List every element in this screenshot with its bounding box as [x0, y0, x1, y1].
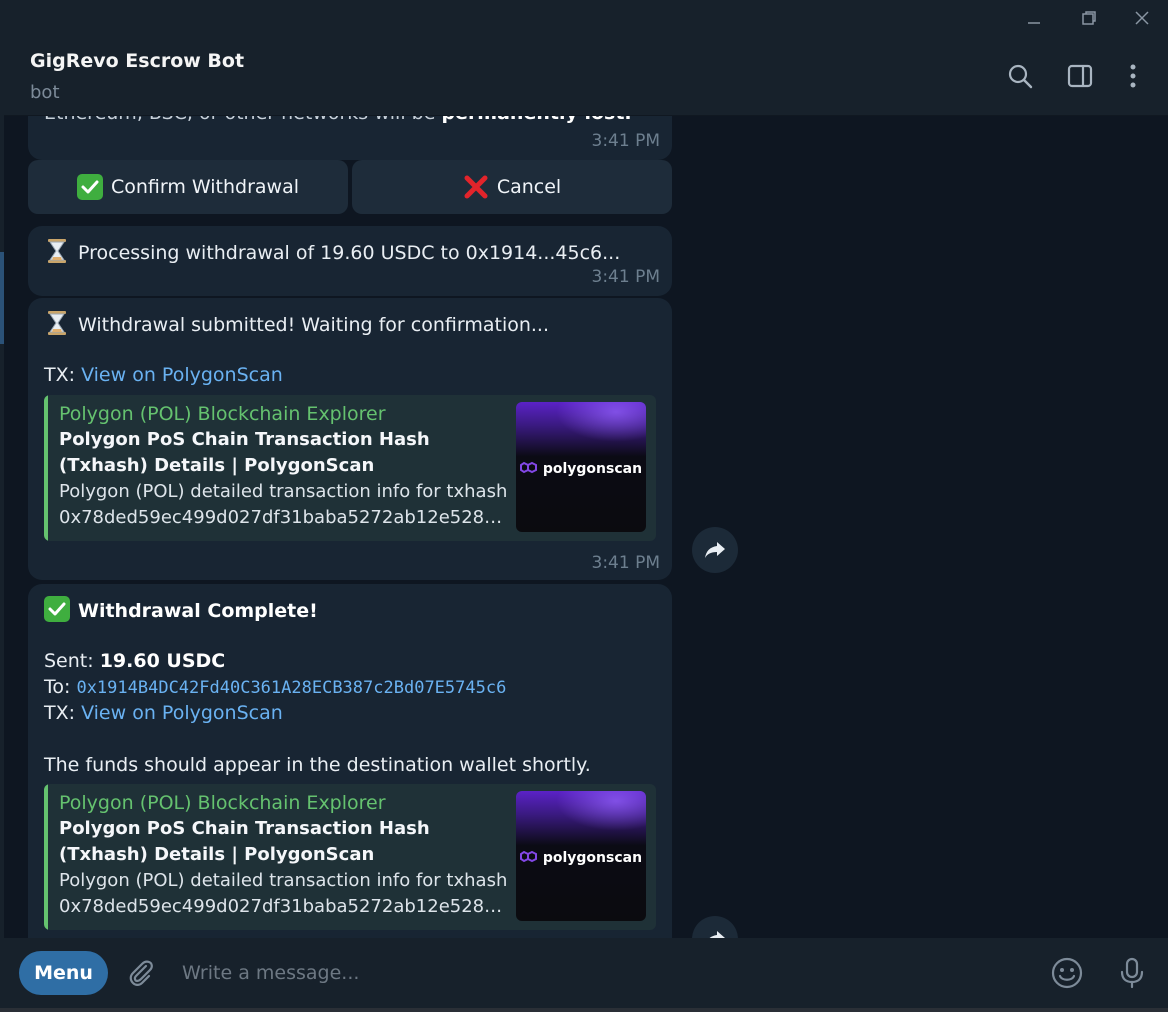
preview-site-name: Polygon (POL) Blockchain Explorer: [59, 403, 386, 425]
window-bottom-border: [0, 1008, 1168, 1012]
check-mark-icon: [44, 596, 70, 622]
to-line: To: 0x1914B4DC42Fd40C361A28ECB387c2Bd07E…: [44, 674, 506, 701]
submitted-text: Withdrawal submitted! Waiting for confir…: [78, 314, 550, 336]
polygonscan-logo: polygonscan: [516, 845, 646, 871]
to-address[interactable]: 0x1914B4DC42Fd40C361A28ECB387c2Bd07E5745…: [76, 678, 506, 698]
chat-title: GigRevo Escrow Bot: [30, 50, 245, 72]
warning-bold-text: permanently lost.: [441, 116, 631, 124]
sent-label: Sent:: [44, 650, 94, 672]
preview-desc-line: Polygon (POL) detailed transaction info …: [59, 870, 508, 891]
polygonscan-logo: polygonscan: [516, 456, 646, 482]
preview-desc-line: Polygon (POL) detailed transaction info …: [59, 481, 508, 502]
more-options-icon[interactable]: [1117, 60, 1149, 92]
message-processing[interactable]: Processing withdrawal of 19.60 USDC to 0…: [28, 226, 672, 296]
cross-mark-icon: [463, 174, 489, 200]
check-mark-icon: [76, 174, 103, 200]
forward-icon[interactable]: [692, 527, 738, 573]
cancel-label: Cancel: [496, 176, 562, 198]
hourglass-icon: [44, 238, 70, 264]
tx-label: TX:: [44, 364, 76, 386]
message-complete[interactable]: Withdrawal Complete! Sent: 19.60 USDC To…: [28, 584, 672, 938]
message-submitted[interactable]: Withdrawal submitted! Waiting for confir…: [28, 298, 672, 580]
thumb-brand-text: polygonscan: [542, 461, 643, 477]
menu-button[interactable]: Menu: [19, 951, 108, 995]
preview-site-name: Polygon (POL) Blockchain Explorer: [59, 792, 386, 814]
complete-title: Withdrawal Complete!: [78, 600, 318, 622]
restore-icon[interactable]: [1076, 6, 1102, 30]
preview-desc-line: 0x78ded59ec499d027df31baba5272ab12e528c.…: [59, 507, 509, 528]
sent-value: 19.60 USDC: [99, 650, 226, 672]
tx-line: TX: View on PolygonScan: [44, 700, 283, 726]
to-label: To:: [44, 676, 71, 698]
hourglass-icon: [44, 310, 70, 336]
microphone-icon[interactable]: [1114, 955, 1150, 991]
complete-title-line: Withdrawal Complete!: [44, 596, 318, 624]
message-text: Withdrawal submitted! Waiting for confir…: [44, 310, 549, 338]
preview-title: Polygon PoS Chain Transaction Hash (Txha…: [59, 429, 430, 476]
message-input[interactable]: [182, 956, 962, 990]
message-warning[interactable]: Ethereum, BSC, or other networks will be…: [28, 116, 672, 160]
preview-title: Polygon PoS Chain Transaction Hash (Txha…: [59, 818, 430, 865]
forward-icon[interactable]: [692, 916, 738, 938]
preview-description: Polygon (POL) detailed transaction info …: [59, 479, 509, 531]
emoji-icon[interactable]: [1049, 955, 1085, 991]
link-preview[interactable]: Polygon (POL) Blockchain Explorer Polygo…: [44, 784, 656, 930]
sidebar-toggle-icon[interactable]: [1064, 60, 1096, 92]
preview-thumbnail: polygonscan: [516, 791, 646, 921]
tx-label: TX:: [44, 702, 76, 724]
sent-line: Sent: 19.60 USDC: [44, 648, 225, 674]
cancel-button[interactable]: Cancel: [352, 160, 672, 214]
chat-header[interactable]: GigRevo Escrow Bot bot: [4, 36, 1168, 116]
preview-thumbnail: polygonscan: [516, 402, 646, 532]
preview-accent-bar: [44, 395, 48, 541]
message-text: Processing withdrawal of 19.60 USDC to 0…: [44, 238, 620, 266]
preview-description: Polygon (POL) detailed transaction info …: [59, 868, 509, 920]
search-icon[interactable]: [1004, 60, 1036, 92]
message-list[interactable]: Ethereum, BSC, or other networks will be…: [4, 116, 1168, 938]
preview-desc-line: 0x78ded59ec499d027df31baba5272ab12e528c.…: [59, 896, 509, 917]
note-line: The funds should appear in the destinati…: [44, 754, 591, 776]
view-on-polygonscan-link[interactable]: View on PolygonScan: [81, 702, 283, 724]
message-text: Ethereum, BSC, or other networks will be…: [44, 116, 632, 126]
window-titlebar: [0, 0, 1168, 36]
attach-icon[interactable]: [123, 955, 159, 991]
warning-text: Ethereum, BSC, or other networks will be: [44, 116, 441, 124]
processing-text: Processing withdrawal of 19.60 USDC to 0…: [78, 242, 621, 264]
confirm-withdrawal-button[interactable]: Confirm Withdrawal: [28, 160, 348, 214]
message-time: 3:41 PM: [591, 267, 661, 287]
message-time: 3:41 PM: [591, 131, 661, 151]
confirm-withdrawal-label: Confirm Withdrawal: [110, 176, 300, 198]
view-on-polygonscan-link[interactable]: View on PolygonScan: [81, 364, 283, 386]
message-composer: Menu: [0, 938, 1168, 1012]
close-icon[interactable]: [1129, 6, 1155, 30]
chat-subtitle: bot: [30, 82, 60, 103]
message-time: 3:41 PM: [591, 553, 661, 573]
preview-accent-bar: [44, 784, 48, 930]
tx-line: TX: View on PolygonScan: [44, 362, 283, 388]
minimize-icon[interactable]: [1021, 6, 1047, 30]
link-preview[interactable]: Polygon (POL) Blockchain Explorer Polygo…: [44, 395, 656, 541]
thumb-brand-text: polygonscan: [542, 850, 643, 866]
